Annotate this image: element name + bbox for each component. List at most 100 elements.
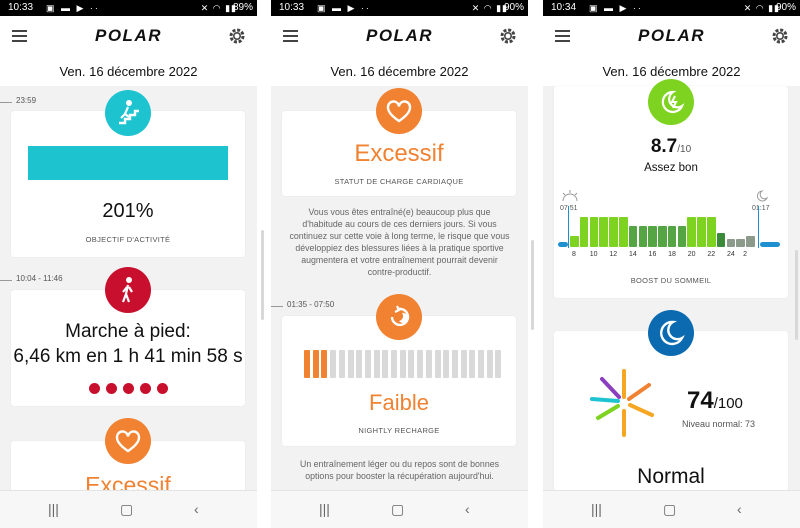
sleep-bar [716,233,726,247]
sleep-bar [599,217,608,247]
polar-logo: POLAR [638,26,705,45]
sleep-bar [736,239,745,247]
intensity-dot [156,383,168,394]
sleep-bar [707,217,716,247]
activity-percent: 201% [102,200,154,222]
sleep-score: 8.7/10 [650,136,692,157]
sleep-rating: Assez bon [644,162,698,174]
sunset-icon [562,190,578,202]
back-icon[interactable]: ‹ [737,501,742,517]
awake-segment [558,242,568,247]
notification-icons: ▣ ▬ ▶ ·· [317,3,371,13]
recharge-bar [330,350,337,378]
recharge-bar [417,350,424,378]
recents-icon[interactable]: ||| [48,501,59,517]
recharge-description: Un entraînement léger ou du repos sont d… [299,459,500,481]
status-bar: 10:33 ▣ ▬ ▶ ·· ✕ ◠ ▮▮ 89% [0,0,257,16]
heart-icon [105,418,151,464]
back-icon[interactable]: ‹ [194,501,199,517]
sleep-tick-label: 12 [609,251,618,258]
recharge-bar [434,350,441,378]
recharge-bars [304,350,504,378]
moon-icon [648,310,694,356]
android-nav-bar: ||| ▢ ‹ [271,490,528,528]
system-icons: ✕ ◠ ▮▮ [743,3,780,13]
android-nav-bar: ||| ▢ ‹ [0,490,257,528]
screen-recovery: 10:33 ▣ ▬ ▶ ·· ✕ ◠ ▮▮ 90% POLAR Ven. 16 … [271,0,528,528]
app-header: POLAR [271,16,528,58]
sleep-boost-icon [648,79,694,125]
sleep-end-time: 01:17 [752,205,770,212]
sleep-bar [677,226,687,247]
recents-icon[interactable]: ||| [319,501,330,517]
recharge-bar [495,350,502,378]
back-icon[interactable]: ‹ [465,501,470,517]
recharge-bar [364,350,371,378]
recharge-bar [425,350,432,378]
recharge-bar [382,350,389,378]
activity-progress-track [28,146,228,180]
recharge-bar [347,350,354,378]
sleep-bar [746,236,755,247]
sleep-tick-label: 14 [628,251,637,258]
recharge-caption: NIGHTLY RECHARGE [358,426,440,435]
sleep-marker-line [568,206,569,248]
sleep-bar [628,226,638,247]
app-header: POLAR [543,16,800,58]
session-title: Marche à pied: [65,321,191,342]
recharge-status: Faible [369,390,429,415]
sleep-bar [687,217,697,247]
activity-icon [105,90,151,136]
intensity-dot [105,383,117,394]
sleep-tick-label: 20 [687,251,696,258]
intensity-dots [11,381,245,399]
heart-icon [376,88,422,134]
intensity-dot [139,383,151,394]
sleep-chart: 8 10 12 14 16 18 20 22 24 2 [558,206,782,262]
gear-icon[interactable] [498,26,518,46]
home-icon[interactable]: ▢ [663,501,676,518]
screen-edge-handle [261,230,264,320]
recharge-bar [478,350,484,378]
cardio-description: Vous vous êtes entraîné(e) beaucoup plus… [289,207,510,277]
sleep-tick-label: 24 [727,251,735,258]
moon-small-icon [756,190,769,202]
recharge-bar [373,350,380,378]
recharge-bar [469,350,476,378]
cardio-caption: STATUT DE CHARGE CARDIAQUE [334,177,464,186]
home-icon[interactable]: ▢ [391,501,404,518]
sleep-bar [667,226,677,247]
recharge-bar [408,350,415,378]
cardio-status: Excessif [354,140,444,167]
status-time: 10:33 [8,2,34,13]
recharge-bar [304,350,310,378]
recharge-bar [338,350,345,378]
sleep-tick-label: 16 [648,251,657,258]
recharge-bar [451,350,458,378]
sleep-tick-label: 10 [589,251,598,258]
sleep-bar [648,226,657,247]
walking-icon [105,267,151,313]
sleep-bar [697,217,706,247]
recharge-bar [356,350,363,378]
recharge-score: 74/100 [687,387,743,414]
gear-icon[interactable] [770,26,790,46]
date-label: Ven. 16 décembre 2022 [0,58,257,86]
notification-icons: ▣ ▬ ▶ ·· [46,3,100,13]
date-label: Ven. 16 décembre 2022 [271,58,528,86]
sleep-bar [638,226,648,247]
recharge-status: Normal [637,465,705,488]
recents-icon[interactable]: ||| [591,501,602,517]
status-bar: 10:34 ▣ ▬ ▶ ·· ✕ ◠ ▮▮ 90% [543,0,800,16]
home-icon[interactable]: ▢ [120,501,133,518]
recharge-bar [443,350,450,378]
gear-icon[interactable] [227,26,247,46]
recharge-burst-icon [590,369,654,437]
intensity-dot [122,383,134,394]
sleep-bar [658,226,667,247]
app-header: POLAR [0,16,257,58]
recharge-bar [460,350,467,378]
awake-segment [760,242,780,247]
sleep-bar [609,217,618,247]
activity-caption: OBJECTIF D'ACTIVITÉ [85,235,171,244]
